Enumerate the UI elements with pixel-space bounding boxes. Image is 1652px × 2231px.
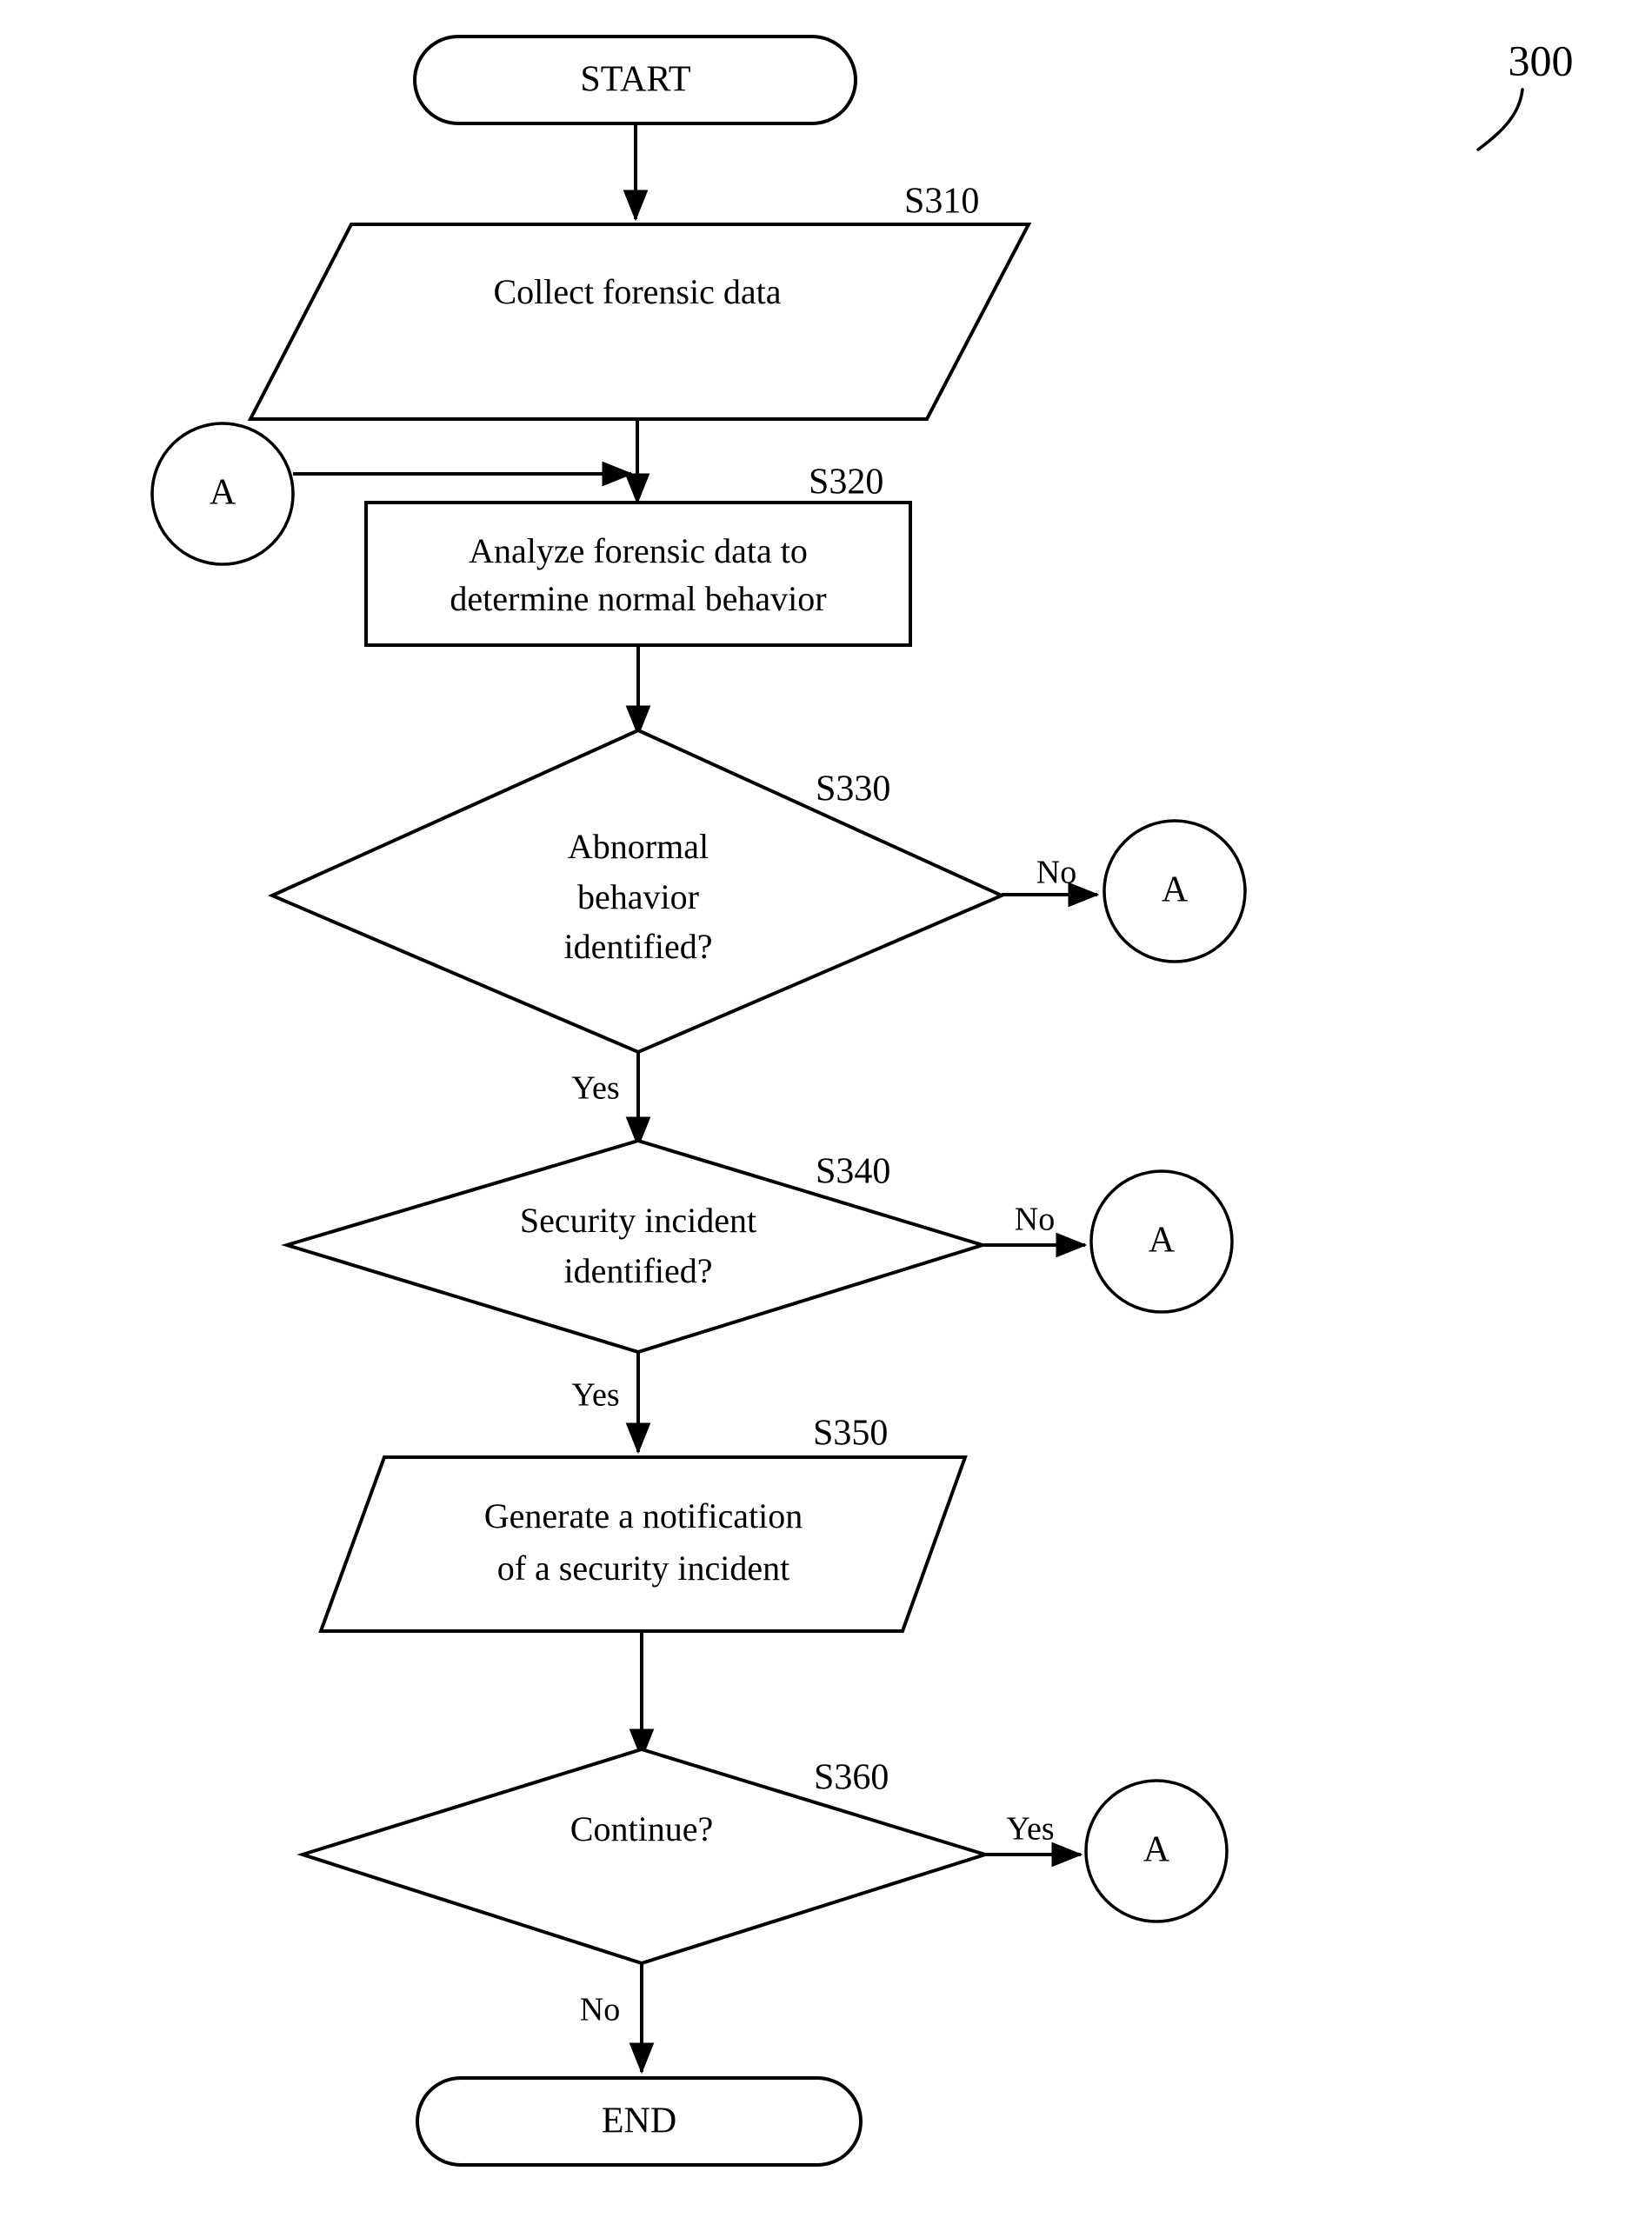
s340-no-label: No	[1015, 1202, 1055, 1238]
s350-step-label: S350	[813, 1414, 888, 1454]
connector-a-s360: A	[1084, 1779, 1229, 1923]
s360-no-label: No	[580, 1992, 620, 2028]
s330-line-3: identified?	[563, 927, 712, 966]
flowchart-figure: 300 START Collect forensic data S310 A A…	[0, 0, 1652, 2231]
s310-step-label: S310	[904, 182, 979, 222]
s340-line-1: Security incident	[520, 1201, 756, 1240]
s350-line-2: of a security incident	[497, 1548, 790, 1588]
s360-step-label: S360	[814, 1758, 889, 1798]
connector-a-s330: A	[1102, 819, 1247, 963]
s360-yes-label: Yes	[1006, 1811, 1054, 1848]
s330-no-label: No	[1036, 855, 1076, 891]
s320-line-2: determine normal behavior	[450, 579, 826, 618]
s330-step-label: S330	[816, 769, 890, 809]
connector-a-s330-label: A	[1162, 870, 1189, 910]
s330-line-1: Abnormal	[568, 827, 709, 866]
node-s360: Continue? S360	[296, 1747, 991, 1966]
connector-a-s340: A	[1089, 1169, 1234, 1314]
s320-process-shape	[364, 501, 912, 647]
connector-a-s360-label: A	[1143, 1830, 1170, 1870]
s350-parallelogram-shape	[318, 1455, 968, 1633]
flowchart-canvas: 300 START Collect forensic data S310 A A…	[150, 35, 1574, 2167]
figure-number: 300	[1509, 36, 1574, 84]
s330-yes-label: Yes	[571, 1070, 619, 1107]
figure-number-group: 300	[1476, 36, 1574, 151]
s320-step-label: S320	[809, 463, 883, 503]
s330-line-2: behavior	[577, 877, 699, 916]
s310-line-1: Collect forensic data	[494, 272, 782, 311]
s360-line-1: Continue?	[570, 1809, 713, 1848]
node-s310: Collect forensic data S310	[247, 182, 1032, 421]
s340-step-label: S340	[816, 1152, 890, 1192]
s310-parallelogram-shape	[247, 223, 1032, 421]
node-end: END	[416, 2076, 863, 2167]
connector-a-left-label: A	[210, 473, 236, 513]
s350-line-1: Generate a notification	[484, 1496, 803, 1535]
node-start: START	[413, 35, 857, 125]
start-label: START	[580, 60, 690, 100]
end-label: END	[602, 2101, 676, 2141]
figure-leader-line	[1476, 88, 1524, 151]
node-s340: Security incident identified? S340	[281, 1138, 989, 1355]
node-s330: Abnormal behavior identified? S330	[268, 728, 1006, 1055]
s340-line-2: identified?	[563, 1251, 712, 1290]
node-s350: Generate a notification of a security in…	[318, 1414, 968, 1633]
s340-yes-label: Yes	[571, 1377, 619, 1414]
connector-a-left: A	[150, 422, 295, 566]
connector-a-s340-label: A	[1149, 1221, 1176, 1261]
s320-line-1: Analyze forensic data to	[469, 531, 808, 570]
